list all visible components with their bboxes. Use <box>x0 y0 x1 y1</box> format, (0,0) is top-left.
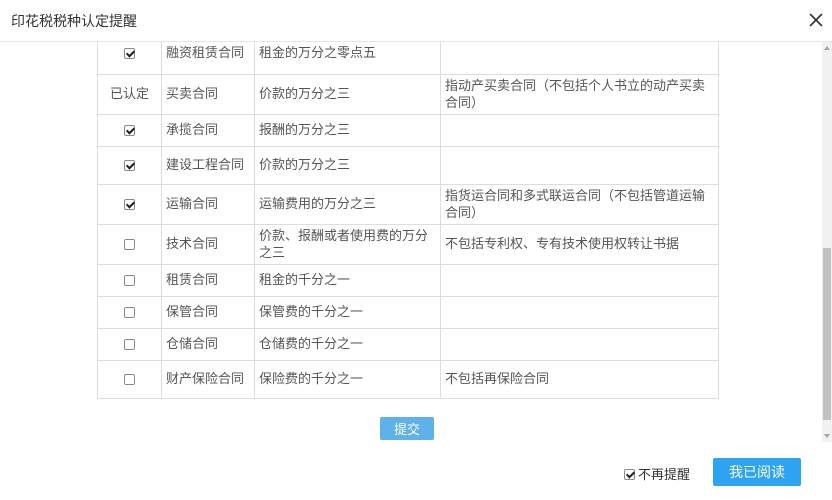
row-checkbox[interactable] <box>124 374 135 385</box>
status-cell <box>97 42 162 75</box>
tax-rate: 价款的万分之三 <box>254 74 441 115</box>
tax-rate: 租金的万分之零点五 <box>254 42 441 75</box>
table-row: 运输合同 运输费用的万分之三 指货运合同和多式联运合同（不包括管道运输合同） <box>97 184 719 225</box>
contract-name: 仓储合同 <box>161 328 255 361</box>
tax-rate: 报酬的万分之三 <box>254 114 441 147</box>
table-row: 财产保险合同 保险费的千分之一 不包括再保险合同 <box>97 360 719 399</box>
remark <box>440 42 719 75</box>
scroll-up-arrow-icon[interactable] <box>824 46 830 50</box>
remark: 指动产买卖合同（不包括个人书立的动产买卖合同） <box>440 74 719 115</box>
dont-remind-label: 不再提醒 <box>638 468 691 483</box>
vertical-scrollbar[interactable] <box>822 42 832 442</box>
close-icon[interactable] <box>808 12 824 28</box>
remark: 不包括专利权、专有技术使用权转让书据 <box>440 224 719 265</box>
status-cell <box>97 184 162 225</box>
remark <box>440 264 719 297</box>
row-checkbox[interactable] <box>124 160 135 171</box>
dialog-title: 印花税税种认定提醒 <box>11 14 137 30</box>
remark: 指货运合同和多式联运合同（不包括管道运输合同） <box>440 184 719 225</box>
contract-name: 财产保险合同 <box>161 360 255 399</box>
status-cell: 已认定 <box>97 74 162 115</box>
contract-name: 承揽合同 <box>161 114 255 147</box>
contract-name: 保管合同 <box>161 296 255 329</box>
row-checkbox[interactable] <box>124 239 135 250</box>
dont-remind-option[interactable]: 不再提醒 <box>624 464 690 483</box>
row-checkbox[interactable] <box>124 275 135 286</box>
contract-name: 买卖合同 <box>161 74 255 115</box>
contract-name: 融资租赁合同 <box>161 42 255 75</box>
dont-remind-checkbox[interactable] <box>624 469 635 480</box>
table-row: 承揽合同 报酬的万分之三 <box>97 114 719 147</box>
table-row: 仓储合同 仓储费的千分之一 <box>97 328 719 361</box>
status-cell <box>97 328 162 361</box>
have-read-button[interactable]: 我已阅读 <box>713 458 801 486</box>
tax-rate: 价款、报酬或者使用费的万分之三 <box>254 224 441 265</box>
tax-rate: 价款的万分之三 <box>254 146 441 185</box>
status-cell <box>97 146 162 185</box>
dialog-content: 融资租赁合同 租金的万分之零点五 已认定 买卖合同 价款的万分之三 指动产买卖合… <box>0 42 822 500</box>
tax-rate: 租金的千分之一 <box>254 264 441 297</box>
contract-name: 建设工程合同 <box>161 146 255 185</box>
row-checkbox[interactable] <box>124 199 135 210</box>
row-checkbox[interactable] <box>124 48 135 59</box>
table-row: 已认定 买卖合同 价款的万分之三 指动产买卖合同（不包括个人书立的动产买卖合同） <box>97 74 719 115</box>
submit-button[interactable]: 提交 <box>380 417 434 440</box>
table-row: 建设工程合同 价款的万分之三 <box>97 146 719 185</box>
remark <box>440 328 719 361</box>
tax-rate: 保管费的千分之一 <box>254 296 441 329</box>
remark <box>440 114 719 147</box>
tax-category-table: 融资租赁合同 租金的万分之零点五 已认定 买卖合同 价款的万分之三 指动产买卖合… <box>97 42 719 399</box>
table-row: 技术合同 价款、报酬或者使用费的万分之三 不包括专利权、专有技术使用权转让书据 <box>97 224 719 265</box>
table-row: 保管合同 保管费的千分之一 <box>97 296 719 329</box>
tax-rate: 仓储费的千分之一 <box>254 328 441 361</box>
row-checkbox[interactable] <box>124 339 135 350</box>
status-cell <box>97 360 162 399</box>
status-cell <box>97 224 162 265</box>
contract-name: 运输合同 <box>161 184 255 225</box>
row-checkbox[interactable] <box>124 125 135 136</box>
contract-name: 技术合同 <box>161 224 255 265</box>
tax-rate: 保险费的千分之一 <box>254 360 441 399</box>
table-row: 融资租赁合同 租金的万分之零点五 <box>97 42 719 75</box>
table-row: 租赁合同 租金的千分之一 <box>97 264 719 297</box>
tax-rate: 运输费用的万分之三 <box>254 184 441 225</box>
remark <box>440 296 719 329</box>
remark <box>440 146 719 185</box>
contract-name: 租赁合同 <box>161 264 255 297</box>
row-checkbox[interactable] <box>124 307 135 318</box>
status-cell <box>97 296 162 329</box>
status-cell <box>97 114 162 147</box>
dialog-header: 印花税税种认定提醒 <box>0 0 832 42</box>
status-cell <box>97 264 162 297</box>
remark: 不包括再保险合同 <box>440 360 719 399</box>
scroll-down-arrow-icon[interactable] <box>824 434 830 438</box>
scroll-thumb[interactable] <box>823 248 831 420</box>
